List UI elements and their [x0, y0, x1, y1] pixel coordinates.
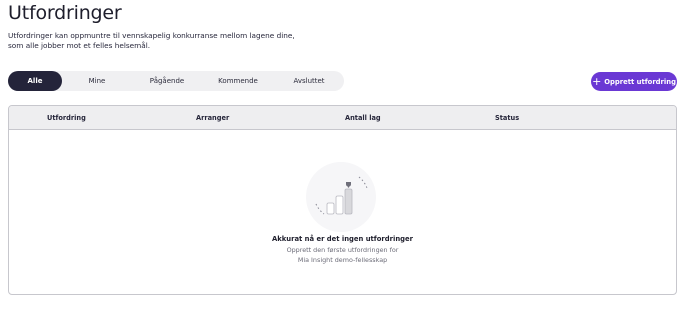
- column-header-arranger[interactable]: Arranger: [196, 114, 229, 122]
- table-header: Utfordring Arranger Antall lag Status: [9, 106, 676, 130]
- tab-pagaende[interactable]: Pågående: [132, 71, 202, 91]
- column-header-utfordring[interactable]: Utfordring: [47, 114, 86, 122]
- page-description: Utfordringer kan oppmuntre til vennskape…: [8, 31, 308, 51]
- empty-state-subtitle-line-1: Opprett den første utfordringen for: [286, 246, 399, 254]
- filter-tabs: Alle Mine Pågående Kommende Avsluttet: [8, 71, 344, 91]
- page-description-line-1: Utfordringer kan oppmuntre til vennskape…: [8, 31, 295, 40]
- create-challenge-label: Opprett utfordring: [604, 77, 676, 86]
- tab-avsluttet[interactable]: Avsluttet: [274, 71, 344, 91]
- tab-mine[interactable]: Mine: [62, 71, 132, 91]
- page-title: Utfordringer: [8, 2, 122, 24]
- column-header-antall-lag[interactable]: Antall lag: [345, 114, 381, 122]
- empty-state-illustration: [306, 162, 376, 232]
- plus-icon: +: [592, 74, 602, 88]
- tab-alle[interactable]: Alle: [8, 71, 62, 91]
- column-header-status[interactable]: Status: [495, 114, 519, 122]
- create-challenge-button[interactable]: + Opprett utfordring: [591, 72, 677, 91]
- tab-kommende[interactable]: Kommende: [202, 71, 274, 91]
- page-description-line-2: som alle jobber mot et felles helsemål.: [8, 41, 151, 50]
- bar-chart-trophy-icon: [315, 176, 368, 215]
- empty-state-subtitle: Opprett den første utfordringen for Mia …: [9, 246, 676, 265]
- empty-state-subtitle-line-2: Mia Insight demo-fellesskap: [297, 255, 388, 264]
- empty-state-title: Akkurat nå er det ingen utfordringer: [271, 235, 414, 243]
- challenges-table: Utfordring Arranger Antall lag Status Ak…: [8, 105, 677, 295]
